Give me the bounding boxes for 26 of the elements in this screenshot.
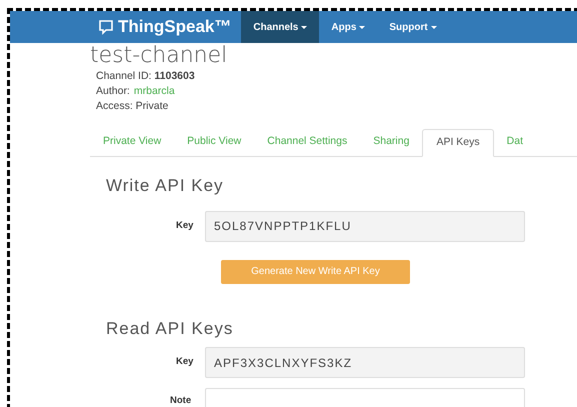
tab[interactable]: Channel Settings — [254, 128, 360, 156]
tab[interactable]: Sharing — [360, 128, 422, 156]
logo-text[interactable]: ThingSpeak™ — [118, 14, 232, 40]
author-label: Author: — [96, 84, 130, 99]
field-label: Key — [175, 218, 194, 233]
tab[interactable]: Public View — [174, 128, 254, 156]
channel-title: test-channel — [90, 44, 228, 68]
api-key-field[interactable]: 5OL87VNPPTP1KFLU — [205, 210, 525, 242]
caret-icon — [359, 26, 366, 28]
tab[interactable]: Dat — [494, 128, 536, 156]
tab[interactable]: Private View — [90, 128, 174, 156]
nav-menu-item[interactable]: Apps — [319, 11, 378, 43]
access-text: Access: Private — [96, 99, 170, 114]
caret-icon — [301, 26, 308, 28]
field-label: Key — [175, 355, 194, 370]
nav-menu-item[interactable]: Channels — [241, 11, 320, 43]
api-key-field[interactable]: APF3X3CLNXYFS3KZ — [205, 347, 525, 378]
section-heading: Write API Key — [106, 175, 225, 197]
speech-bubble-icon — [98, 19, 114, 35]
caret-icon — [430, 26, 437, 28]
tab[interactable]: API Keys — [422, 129, 494, 157]
section-heading: Read API Keys — [106, 318, 234, 340]
author-link[interactable]: mrbarcla — [134, 84, 175, 99]
nav-menu-item[interactable]: Support — [377, 11, 449, 43]
field-label: Note — [169, 394, 192, 407]
channel-id: Channel ID: 1103603 — [96, 69, 196, 84]
